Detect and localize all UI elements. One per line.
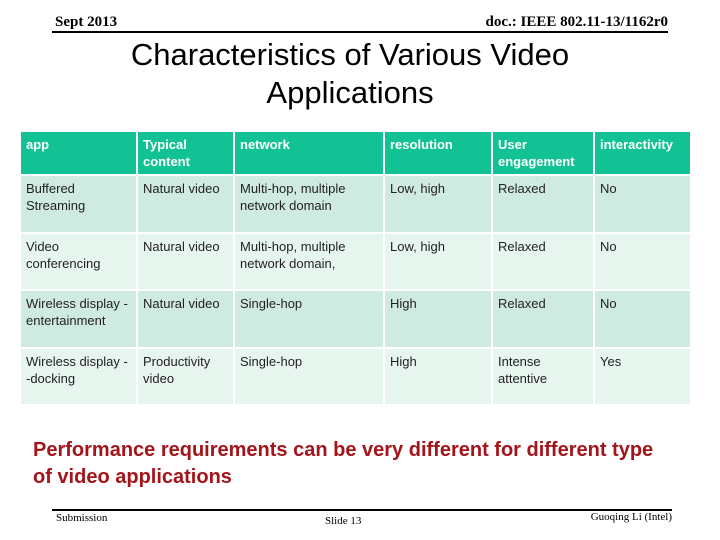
cell-network: Multi-hop, multiple network domain (235, 176, 383, 232)
cell-user-engagement: Intense attentive (493, 349, 593, 404)
cell-resolution: Low, high (385, 176, 491, 232)
cell-typical-content: Natural video (138, 234, 233, 289)
cell-network: Single-hop (235, 349, 383, 404)
cell-typical-content: Productivity video (138, 349, 233, 404)
footer-submission: Submission (56, 512, 108, 524)
cell-resolution: Low, high (385, 234, 491, 289)
cell-interactivity: Yes (595, 349, 690, 404)
table-row: Video conferencing Natural video Multi-h… (21, 234, 690, 289)
table-row: Buffered Streaming Natural video Multi-h… (21, 176, 690, 232)
column-header-interactivity: interactivity (595, 132, 690, 174)
cell-interactivity: No (595, 291, 690, 347)
table-row: Wireless display -entertainment Natural … (21, 291, 690, 347)
footer-author: Guoqing Li (Intel) (590, 511, 672, 523)
cell-network: Single-hop (235, 291, 383, 347)
column-header-app: app (21, 132, 136, 174)
cell-resolution: High (385, 291, 491, 347)
cell-user-engagement: Relaxed (493, 176, 593, 232)
column-header-resolution: resolution (385, 132, 491, 174)
table-header-row: app Typical content network resolution U… (21, 132, 690, 174)
cell-interactivity: No (595, 234, 690, 289)
cell-app: Wireless display -entertainment (21, 291, 136, 347)
slide-title: Characteristics of Various Video Applica… (130, 37, 570, 110)
header-divider (52, 31, 668, 33)
cell-app: Wireless display --docking (21, 349, 136, 404)
performance-callout: Performance requirements can be very dif… (33, 439, 654, 488)
cell-typical-content: Natural video (138, 176, 233, 232)
cell-user-engagement: Relaxed (493, 234, 593, 289)
cell-user-engagement: Relaxed (493, 291, 593, 347)
column-header-user-engagement: User engagement (493, 132, 593, 174)
header-doc-id: doc.: IEEE 802.11-13/1162r0 (485, 14, 668, 30)
header-date: Sept 2013 (55, 14, 118, 30)
video-applications-table: app Typical content network resolution U… (19, 130, 692, 406)
cell-app: Buffered Streaming (21, 176, 136, 232)
column-header-network: network (235, 132, 383, 174)
cell-interactivity: No (595, 176, 690, 232)
cell-network: Multi-hop, multiple network domain, (235, 234, 383, 289)
footer-divider (52, 509, 672, 511)
column-header-typical-content: Typical content (138, 132, 233, 174)
footer-slide-number: Slide 13 (325, 515, 362, 527)
cell-app: Video conferencing (21, 234, 136, 289)
cell-resolution: High (385, 349, 491, 404)
table-row: Wireless display --docking Productivity … (21, 349, 690, 404)
cell-typical-content: Natural video (138, 291, 233, 347)
